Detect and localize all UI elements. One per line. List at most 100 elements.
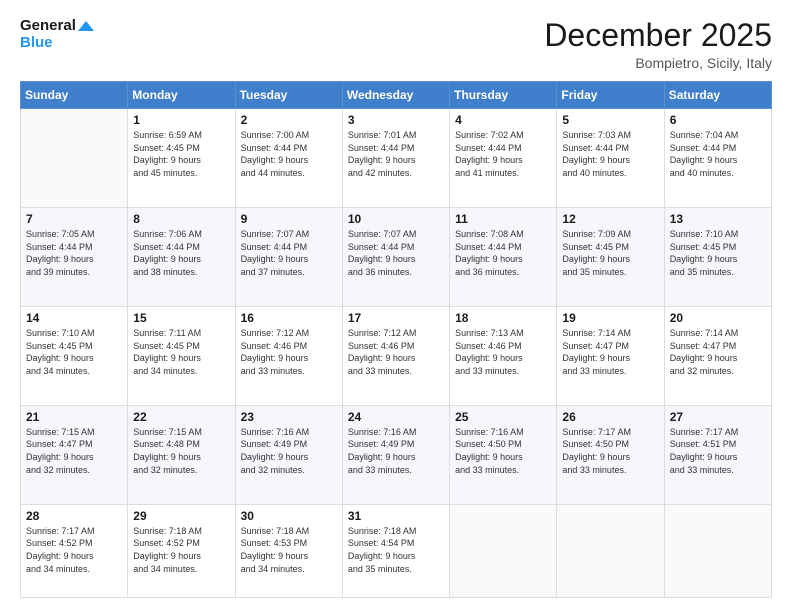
day-number: 24 bbox=[348, 410, 444, 424]
day-number: 7 bbox=[26, 212, 122, 226]
day-info: Sunrise: 7:18 AM Sunset: 4:54 PM Dayligh… bbox=[348, 525, 444, 575]
logo: General Blue bbox=[20, 18, 94, 51]
header-saturday: Saturday bbox=[664, 82, 771, 109]
day-number: 10 bbox=[348, 212, 444, 226]
day-number: 8 bbox=[133, 212, 229, 226]
page: General Blue December 2025 Bompietro, Si… bbox=[0, 0, 792, 612]
day-info: Sunrise: 7:11 AM Sunset: 4:45 PM Dayligh… bbox=[133, 327, 229, 377]
calendar-cell: 7 Sunrise: 7:05 AM Sunset: 4:44 PM Daylig… bbox=[21, 208, 128, 307]
day-number: 12 bbox=[562, 212, 658, 226]
day-number: 6 bbox=[670, 113, 766, 127]
day-number: 20 bbox=[670, 311, 766, 325]
calendar-cell: 24 Sunrise: 7:16 AM Sunset: 4:49 PM Dayli… bbox=[342, 405, 449, 504]
day-info: Sunrise: 7:10 AM Sunset: 4:45 PM Dayligh… bbox=[26, 327, 122, 377]
month-title: December 2025 bbox=[544, 18, 772, 53]
calendar-cell: 2 Sunrise: 7:00 AM Sunset: 4:44 PM Daylig… bbox=[235, 109, 342, 208]
calendar-cell: 25Sunrise: 7:16 AM Sunset: 4:50 PM Dayli… bbox=[450, 405, 557, 504]
calendar-cell: 21 Sunrise: 7:15 AM Sunset: 4:47 PM Dayli… bbox=[21, 405, 128, 504]
calendar-cell: 10 Sunrise: 7:07 AM Sunset: 4:44 PM Dayli… bbox=[342, 208, 449, 307]
calendar-cell: 30 Sunrise: 7:18 AM Sunset: 4:53 PM Dayli… bbox=[235, 504, 342, 597]
day-info: Sunrise: 7:15 AM Sunset: 4:47 PM Dayligh… bbox=[26, 426, 122, 476]
day-info: Sunrise: 7:07 AM Sunset: 4:44 PM Dayligh… bbox=[348, 228, 444, 278]
day-number: 15 bbox=[133, 311, 229, 325]
header-wednesday: Wednesday bbox=[342, 82, 449, 109]
calendar-cell: 27 Sunrise: 7:17 AM Sunset: 4:51 PM Dayli… bbox=[664, 405, 771, 504]
day-info: Sunrise: 7:17 AM Sunset: 4:51 PM Dayligh… bbox=[670, 426, 766, 476]
calendar-cell: 14 Sunrise: 7:10 AM Sunset: 4:45 PM Dayli… bbox=[21, 306, 128, 405]
day-info: Sunrise: 7:09 AM Sunset: 4:45 PM Dayligh… bbox=[562, 228, 658, 278]
day-number: 4 bbox=[455, 113, 551, 127]
day-number: 31 bbox=[348, 509, 444, 523]
calendar-cell: 5 Sunrise: 7:03 AM Sunset: 4:44 PM Daylig… bbox=[557, 109, 664, 208]
title-block: December 2025 Bompietro, Sicily, Italy bbox=[544, 18, 772, 71]
header-thursday: Thursday bbox=[450, 82, 557, 109]
day-info: Sunrise: 7:12 AM Sunset: 4:46 PM Dayligh… bbox=[241, 327, 337, 377]
day-number: 27 bbox=[670, 410, 766, 424]
day-number: 21 bbox=[26, 410, 122, 424]
calendar-cell: 13 Sunrise: 7:10 AM Sunset: 4:45 PM Dayli… bbox=[664, 208, 771, 307]
calendar-cell: 19Sunrise: 7:14 AM Sunset: 4:47 PM Dayli… bbox=[557, 306, 664, 405]
day-number: 13 bbox=[670, 212, 766, 226]
day-number: 11 bbox=[455, 212, 551, 226]
calendar-cell bbox=[450, 504, 557, 597]
calendar-cell: 17 Sunrise: 7:12 AM Sunset: 4:46 PM Dayli… bbox=[342, 306, 449, 405]
logo-text: General Blue bbox=[20, 18, 94, 51]
header: General Blue December 2025 Bompietro, Si… bbox=[20, 18, 772, 71]
day-number: 2 bbox=[241, 113, 337, 127]
header-tuesday: Tuesday bbox=[235, 82, 342, 109]
day-info: Sunrise: 7:18 AM Sunset: 4:53 PM Dayligh… bbox=[241, 525, 337, 575]
day-info: Sunrise: 7:18 AM Sunset: 4:52 PM Dayligh… bbox=[133, 525, 229, 575]
day-info: Sunrise: 7:12 AM Sunset: 4:46 PM Dayligh… bbox=[348, 327, 444, 377]
day-info: Sunrise: 7:00 AM Sunset: 4:44 PM Dayligh… bbox=[241, 129, 337, 179]
day-info: Sunrise: 7:03 AM Sunset: 4:44 PM Dayligh… bbox=[562, 129, 658, 179]
calendar-cell: 28Sunrise: 7:17 AM Sunset: 4:52 PM Dayli… bbox=[21, 504, 128, 597]
day-number: 9 bbox=[241, 212, 337, 226]
calendar-cell: 1Sunrise: 6:59 AM Sunset: 4:45 PM Daylig… bbox=[128, 109, 235, 208]
day-info: Sunrise: 7:07 AM Sunset: 4:44 PM Dayligh… bbox=[241, 228, 337, 278]
day-info: Sunrise: 7:13 AM Sunset: 4:46 PM Dayligh… bbox=[455, 327, 551, 377]
day-number: 23 bbox=[241, 410, 337, 424]
day-number: 29 bbox=[133, 509, 229, 523]
calendar-cell: 6 Sunrise: 7:04 AM Sunset: 4:44 PM Daylig… bbox=[664, 109, 771, 208]
day-number: 28 bbox=[26, 509, 122, 523]
calendar-cell: 15 Sunrise: 7:11 AM Sunset: 4:45 PM Dayli… bbox=[128, 306, 235, 405]
day-info: Sunrise: 7:01 AM Sunset: 4:44 PM Dayligh… bbox=[348, 129, 444, 179]
calendar-cell: 11 Sunrise: 7:08 AM Sunset: 4:44 PM Dayli… bbox=[450, 208, 557, 307]
calendar-cell: 26 Sunrise: 7:17 AM Sunset: 4:50 PM Dayli… bbox=[557, 405, 664, 504]
calendar: SundayMondayTuesdayWednesdayThursdayFrid… bbox=[20, 81, 772, 598]
day-number: 16 bbox=[241, 311, 337, 325]
calendar-cell: 20 Sunrise: 7:14 AM Sunset: 4:47 PM Dayli… bbox=[664, 306, 771, 405]
day-info: Sunrise: 7:05 AM Sunset: 4:44 PM Dayligh… bbox=[26, 228, 122, 278]
calendar-cell bbox=[21, 109, 128, 208]
calendar-cell: 23Sunrise: 7:16 AM Sunset: 4:49 PM Dayli… bbox=[235, 405, 342, 504]
day-info: Sunrise: 7:14 AM Sunset: 4:47 PM Dayligh… bbox=[670, 327, 766, 377]
calendar-cell: 9 Sunrise: 7:07 AM Sunset: 4:44 PM Daylig… bbox=[235, 208, 342, 307]
day-number: 26 bbox=[562, 410, 658, 424]
day-info: Sunrise: 7:16 AM Sunset: 4:49 PM Dayligh… bbox=[348, 426, 444, 476]
calendar-cell: 8Sunrise: 7:06 AM Sunset: 4:44 PM Daylig… bbox=[128, 208, 235, 307]
calendar-cell: 29 Sunrise: 7:18 AM Sunset: 4:52 PM Dayli… bbox=[128, 504, 235, 597]
day-number: 19 bbox=[562, 311, 658, 325]
calendar-cell: 12 Sunrise: 7:09 AM Sunset: 4:45 PM Dayli… bbox=[557, 208, 664, 307]
day-info: Sunrise: 7:17 AM Sunset: 4:50 PM Dayligh… bbox=[562, 426, 658, 476]
day-info: Sunrise: 7:15 AM Sunset: 4:48 PM Dayligh… bbox=[133, 426, 229, 476]
day-number: 17 bbox=[348, 311, 444, 325]
calendar-cell: 3 Sunrise: 7:01 AM Sunset: 4:44 PM Daylig… bbox=[342, 109, 449, 208]
day-number: 5 bbox=[562, 113, 658, 127]
calendar-header-row: SundayMondayTuesdayWednesdayThursdayFrid… bbox=[21, 82, 772, 109]
calendar-cell: 4Sunrise: 7:02 AM Sunset: 4:44 PM Daylig… bbox=[450, 109, 557, 208]
calendar-body: 1Sunrise: 6:59 AM Sunset: 4:45 PM Daylig… bbox=[21, 109, 772, 598]
day-info: Sunrise: 7:10 AM Sunset: 4:45 PM Dayligh… bbox=[670, 228, 766, 278]
calendar-cell: 31 Sunrise: 7:18 AM Sunset: 4:54 PM Dayli… bbox=[342, 504, 449, 597]
header-friday: Friday bbox=[557, 82, 664, 109]
day-number: 3 bbox=[348, 113, 444, 127]
location: Bompietro, Sicily, Italy bbox=[544, 55, 772, 71]
day-info: Sunrise: 7:08 AM Sunset: 4:44 PM Dayligh… bbox=[455, 228, 551, 278]
day-info: Sunrise: 7:16 AM Sunset: 4:50 PM Dayligh… bbox=[455, 426, 551, 476]
day-number: 14 bbox=[26, 311, 122, 325]
header-sunday: Sunday bbox=[21, 82, 128, 109]
header-monday: Monday bbox=[128, 82, 235, 109]
day-number: 30 bbox=[241, 509, 337, 523]
day-info: Sunrise: 7:04 AM Sunset: 4:44 PM Dayligh… bbox=[670, 129, 766, 179]
calendar-cell: 22Sunrise: 7:15 AM Sunset: 4:48 PM Dayli… bbox=[128, 405, 235, 504]
